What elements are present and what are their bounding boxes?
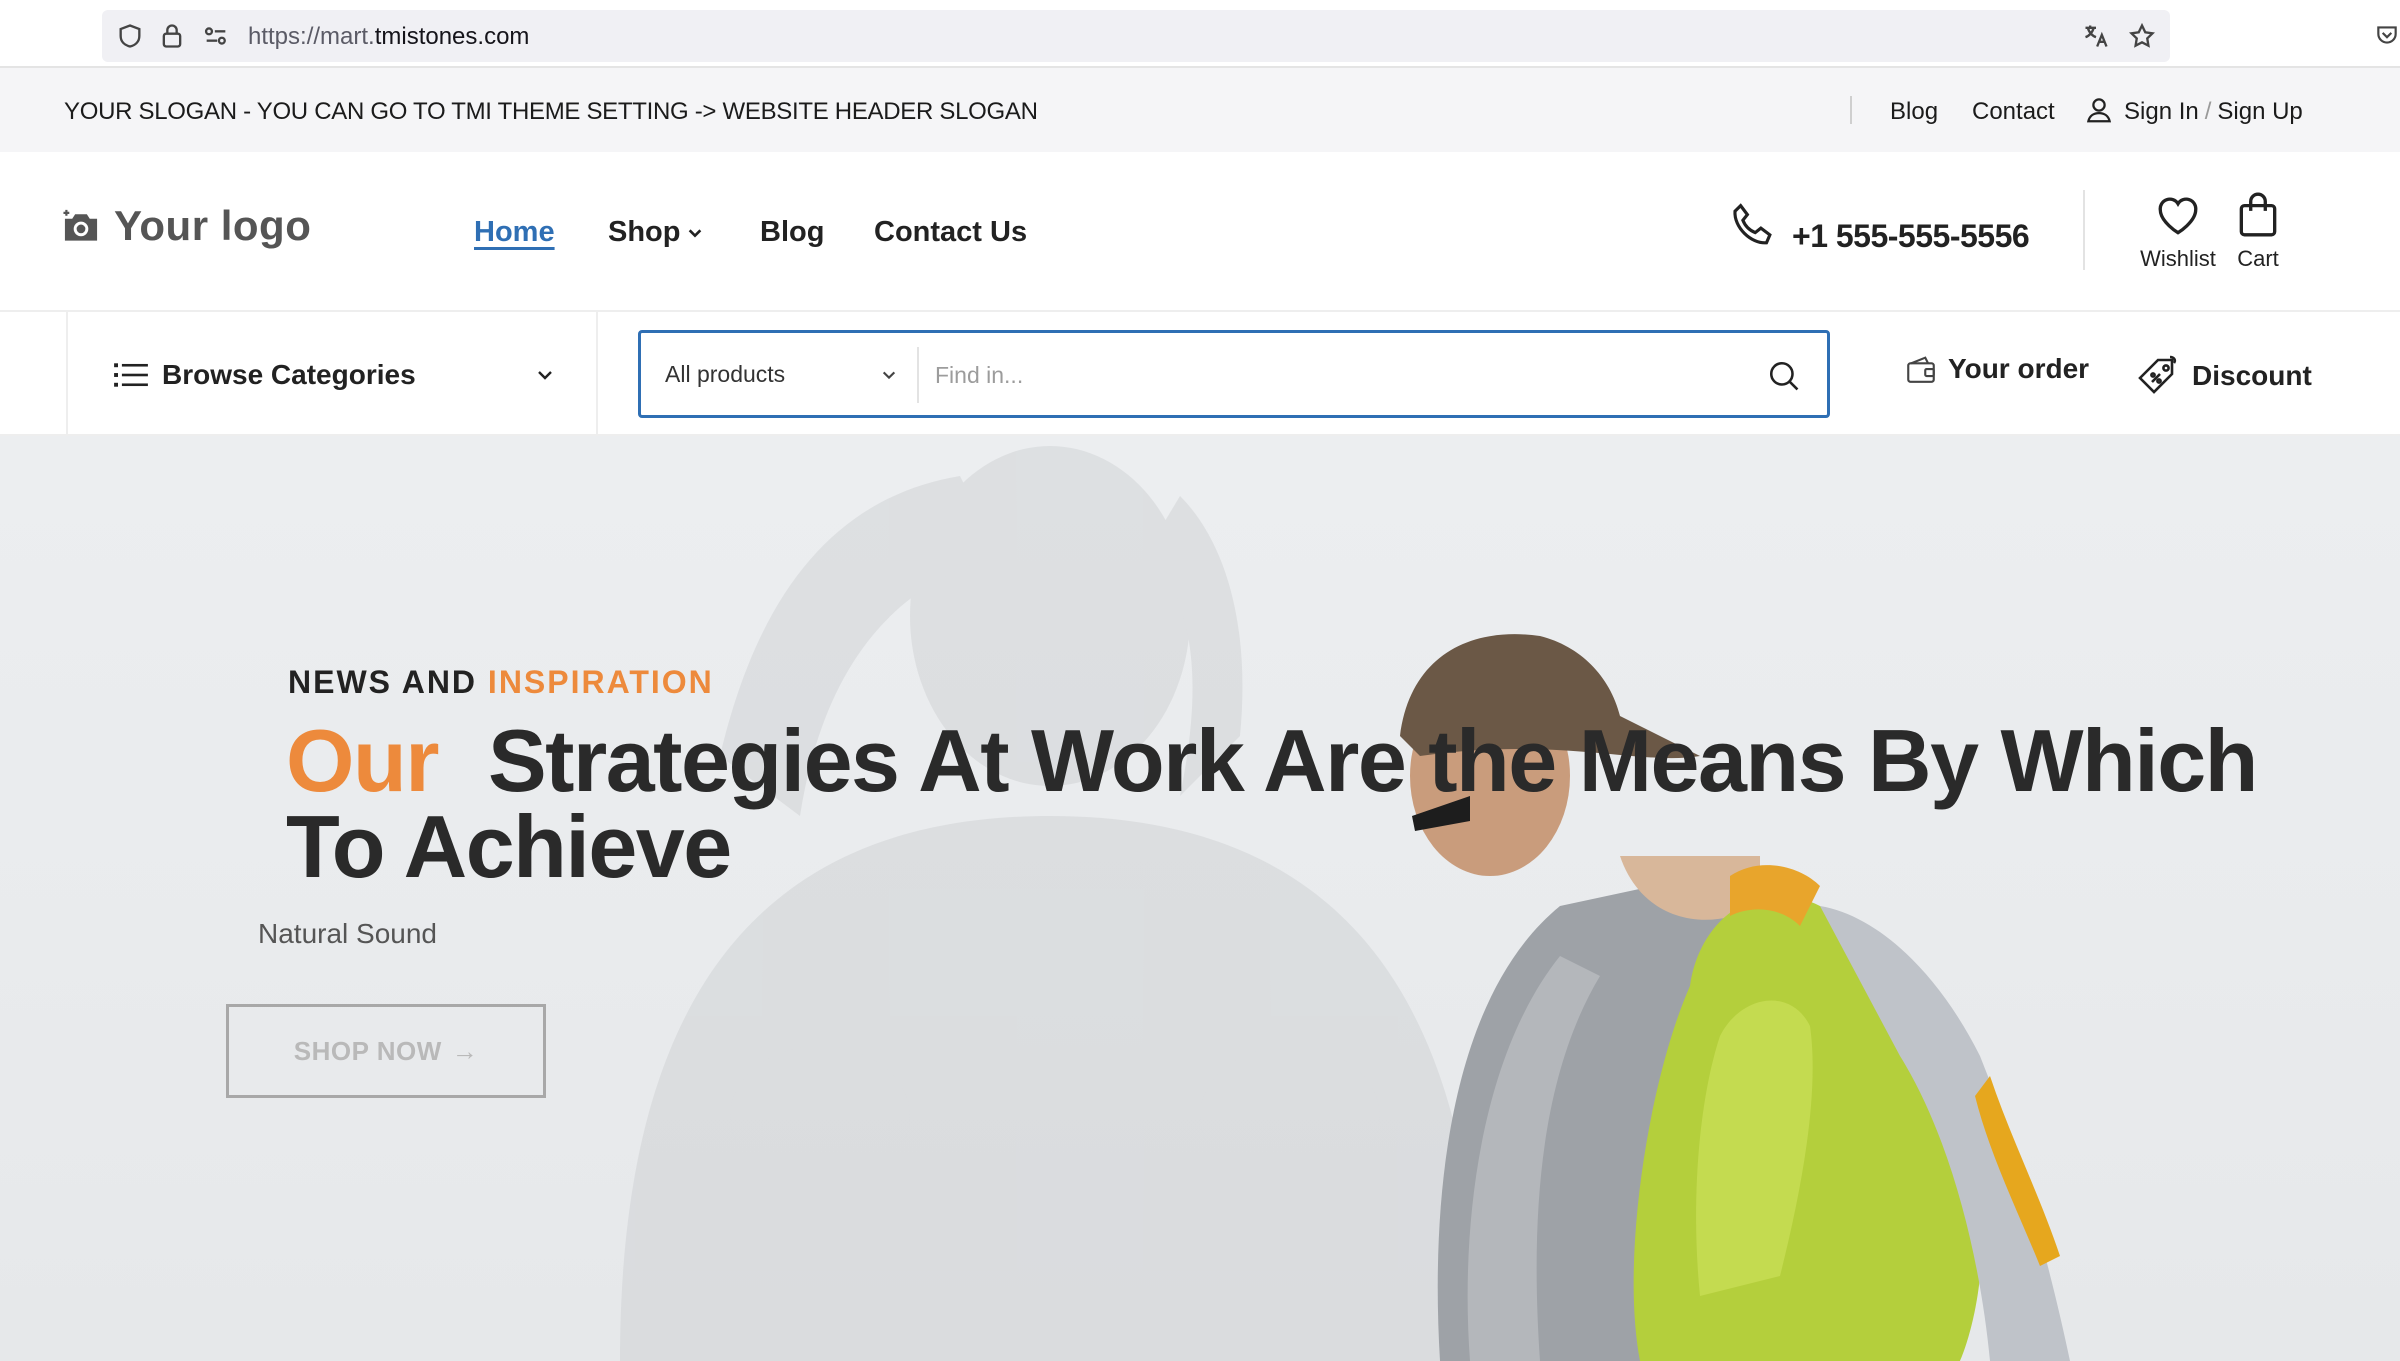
hero-background-image — [620, 446, 2070, 1361]
nav-blog[interactable]: Blog — [760, 216, 824, 249]
hero-kicker: NEWS AND INSPIRATION — [288, 664, 714, 701]
shop-now-label: SHOP NOW — [293, 1035, 442, 1066]
nav-contact-us[interactable]: Contact Us — [874, 216, 1027, 249]
chevron-down-icon[interactable] — [881, 367, 897, 383]
list-menu-icon — [114, 363, 148, 387]
discount-link[interactable]: Discount — [2134, 352, 2312, 400]
header-divider — [2083, 190, 2085, 270]
user-icon — [2086, 98, 2112, 123]
translate-icon[interactable] — [2082, 22, 2110, 50]
top-info-bar: YOUR SLOGAN - YOU CAN GO TO TMI THEME SE… — [0, 68, 2400, 152]
cart-label: Cart — [2237, 246, 2279, 271]
bookmark-star-icon[interactable] — [2128, 22, 2156, 50]
shield-icon[interactable] — [116, 22, 144, 50]
browse-categories-label: Browse Categories — [162, 359, 416, 390]
heart-icon — [2158, 197, 2198, 235]
browser-toolbar: https://mart.tmistones.com — [0, 0, 2400, 68]
sign-up-link[interactable]: Sign Up — [2217, 98, 2302, 125]
hero-title: Our Strategies At Work Are the Means By W… — [286, 717, 2346, 891]
discount-tag-icon — [2138, 355, 2177, 394]
phone-number[interactable]: +1 555-555-5556 — [1792, 218, 2030, 255]
chevron-down-icon — [538, 371, 552, 380]
nav-home[interactable]: Home — [474, 216, 555, 249]
hero-title-accent: Our — [286, 711, 439, 810]
url-text[interactable]: https://mart.tmistones.com — [248, 23, 529, 51]
shopping-bag-icon — [2239, 192, 2277, 237]
your-order-link[interactable]: Your order — [1904, 352, 2089, 386]
search-input[interactable] — [935, 349, 1755, 401]
shop-now-button[interactable]: SHOP NOW → — [226, 1004, 546, 1098]
site-logo[interactable]: Your logo — [62, 202, 311, 250]
search-divider — [917, 347, 919, 403]
logo-text: Your logo — [114, 202, 312, 249]
wallet-icon — [1907, 356, 1935, 383]
your-order-label: Your order — [1948, 353, 2090, 384]
browse-categories-dropdown[interactable]: Browse Categories — [66, 312, 598, 436]
top-link-blog[interactable]: Blog — [1890, 98, 1938, 126]
wishlist-button[interactable]: Wishlist — [2140, 190, 2216, 272]
category-search-bar: Browse Categories All products Your orde… — [0, 312, 2400, 436]
address-bar[interactable]: https://mart.tmistones.com — [102, 10, 2170, 62]
chevron-down-icon — [688, 229, 701, 238]
pocket-icon[interactable] — [2374, 22, 2400, 48]
lock-icon[interactable] — [158, 22, 186, 50]
camera-icon — [63, 209, 98, 241]
search-category-select[interactable]: All products — [665, 361, 785, 388]
main-header: Your logo Home Shop Blog Contact Us +1 5… — [0, 152, 2400, 312]
search-icon[interactable] — [1767, 359, 1801, 393]
topbar-divider — [1850, 96, 1852, 124]
cart-button[interactable]: Cart — [2226, 190, 2290, 272]
hero-kicker-accent: INSPIRATION — [487, 664, 714, 700]
phone-icon — [1733, 203, 1772, 245]
sign-in-link[interactable]: Sign In — [2124, 98, 2199, 125]
wishlist-label: Wishlist — [2140, 246, 2216, 271]
site-permissions-icon[interactable] — [202, 22, 230, 50]
search-form: All products — [638, 330, 1830, 418]
header-slogan: YOUR SLOGAN - YOU CAN GO TO TMI THEME SE… — [64, 98, 1038, 125]
nav-shop-label: Shop — [608, 216, 681, 248]
auth-links: Sign In / Sign Up — [2124, 98, 2303, 126]
arrow-right-icon: → — [451, 1035, 479, 1066]
top-link-contact[interactable]: Contact — [1972, 98, 2055, 126]
hero-title-rest: Strategies At Work Are the Means By Whic… — [286, 711, 2258, 896]
hero-subtitle: Natural Sound — [258, 918, 438, 949]
auth-separator: / — [2204, 98, 2212, 125]
discount-label: Discount — [2192, 360, 2312, 391]
nav-shop[interactable]: Shop — [608, 216, 703, 249]
hero-banner: NEWS AND INSPIRATION Our Strategies At Wo… — [0, 436, 2400, 1361]
hero-kicker-main: NEWS AND — [288, 664, 478, 700]
